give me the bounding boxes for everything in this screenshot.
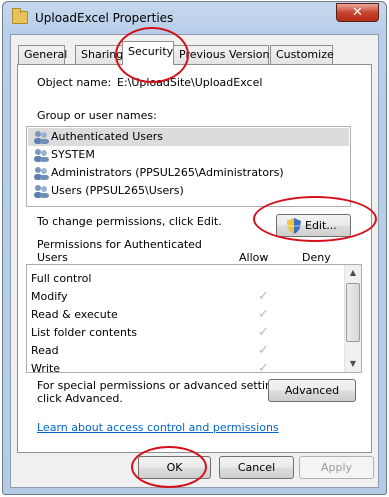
object-name-label: Object name: <box>37 76 112 89</box>
window-title: UploadExcel Properties <box>35 11 174 25</box>
properties-window: UploadExcel Properties ✕ General Sharing… <box>2 1 387 495</box>
title-bar[interactable]: UploadExcel Properties ✕ <box>3 2 386 34</box>
permission-name: List folder contents <box>31 326 137 339</box>
cancel-button[interactable]: Cancel <box>219 456 294 479</box>
advanced-button[interactable]: Advanced <box>268 379 356 402</box>
dialog-client: General Sharing Security Previous Versio… <box>10 34 379 488</box>
allow-check-icon: ✓ <box>258 307 269 322</box>
allow-check-icon: ✓ <box>258 325 269 340</box>
permission-row: Read ✓ <box>31 342 331 360</box>
list-item[interactable]: Administrators (PPSUL265\Administrators) <box>28 164 349 182</box>
permission-name: Write <box>31 362 61 372</box>
change-permissions-text: To change permissions, click Edit. <box>37 215 222 228</box>
allow-check-icon: ✓ <box>258 289 269 304</box>
permission-row: Write ✓ <box>31 360 331 372</box>
users-icon <box>34 185 49 198</box>
permission-name: Read & execute <box>31 308 118 321</box>
list-item-label: Users (PPSUL265\Users) <box>51 184 184 197</box>
learn-more-link[interactable]: Learn about access control and permissio… <box>37 421 279 434</box>
ok-button[interactable]: OK <box>138 456 211 479</box>
users-icon <box>34 167 49 180</box>
allow-header: Allow <box>239 251 269 264</box>
apply-button[interactable]: Apply <box>299 456 374 479</box>
permission-row: Modify ✓ <box>31 288 331 306</box>
permission-name: Full control <box>31 272 92 285</box>
users-icon <box>34 131 49 144</box>
permissions-for-user: Users <box>37 251 68 264</box>
special-permissions-text: For special permissions or advanced sett… <box>37 379 289 392</box>
list-item-label: SYSTEM <box>51 148 95 161</box>
tab-security[interactable]: Security <box>122 41 174 65</box>
group-list[interactable]: Authenticated Users SYSTEM Administrator… <box>26 126 351 207</box>
permissions-scrollbar[interactable]: ▲ ▼ <box>344 265 361 372</box>
shield-icon <box>287 218 301 234</box>
list-item[interactable]: Users (PPSUL265\Users) <box>28 182 349 200</box>
permission-name: Read <box>31 344 59 357</box>
permission-row: Read & execute ✓ <box>31 306 331 324</box>
deny-header: Deny <box>302 251 331 264</box>
tab-customize[interactable]: Customize <box>270 45 334 64</box>
list-item-label: Administrators (PPSUL265\Administrators) <box>51 166 284 179</box>
security-panel: Object name: E:\UploadSite\UploadExcel G… <box>17 64 372 453</box>
folder-icon <box>12 8 28 24</box>
list-item-label: Authenticated Users <box>51 130 164 143</box>
scroll-thumb[interactable] <box>346 283 360 342</box>
tab-sharing[interactable]: Sharing <box>75 45 125 64</box>
permission-row: Full control <box>31 270 331 288</box>
group-names-label: Group or user names: <box>37 109 157 122</box>
tab-general[interactable]: General <box>18 45 67 64</box>
close-button[interactable]: ✕ <box>336 3 379 22</box>
allow-check-icon: ✓ <box>258 361 269 372</box>
allow-check-icon: ✓ <box>258 343 269 358</box>
list-item[interactable]: Authenticated Users <box>28 128 349 146</box>
scroll-down-icon[interactable]: ▼ <box>345 356 361 372</box>
users-icon <box>34 149 49 162</box>
edit-button[interactable]: Edit... <box>276 214 351 237</box>
edit-button-label: Edit... <box>305 219 337 232</box>
tab-strip: General Sharing Security Previous Versio… <box>11 35 378 65</box>
permission-row: List folder contents ✓ <box>31 324 331 342</box>
scroll-up-icon[interactable]: ▲ <box>345 265 361 281</box>
tab-previous-versions[interactable]: Previous Versions <box>173 45 275 64</box>
permissions-list: Full control Modify ✓ Read & execute ✓ L… <box>26 264 362 373</box>
list-item[interactable]: SYSTEM <box>28 146 349 164</box>
object-name-value: E:\UploadSite\UploadExcel <box>117 76 263 89</box>
special-permissions-text-2: click Advanced. <box>37 392 123 405</box>
permissions-for-label: Permissions for Authenticated <box>37 238 202 251</box>
permission-name: Modify <box>31 290 68 303</box>
